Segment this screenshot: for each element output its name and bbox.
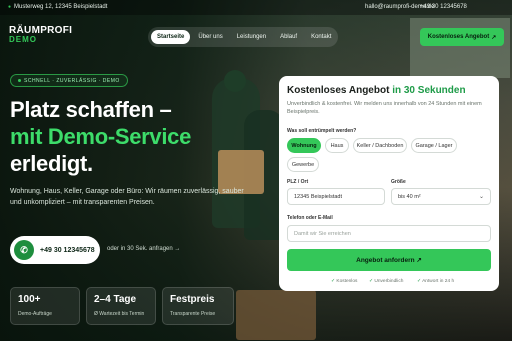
quote-form-card: Kostenloses Angebot in 30 Sekunden Unver… [279, 76, 499, 291]
stat-label: Transparente Preise [170, 311, 216, 317]
stat-label: Ø Wartezeit bis Termin [94, 311, 145, 317]
object-option-keller[interactable]: Keller / Dachboden [353, 138, 407, 153]
trust-label: Unverbindlich [374, 279, 404, 284]
hero-window [410, 18, 510, 78]
nav-item-leistungen[interactable]: Leistungen [231, 30, 272, 44]
submit-quote-button[interactable]: Angebot anfordern ↗ [287, 249, 491, 271]
form-title-prefix: Kostenloses Angebot [287, 85, 390, 96]
stat-card-waiting: 2–4 Tage Ø Wartezeit bis Termin [86, 287, 156, 325]
hero-badge: SCHNELL · ZUVERLÄSSIG · DEMO [10, 74, 128, 87]
form-title-highlight: in 30 Sekunden [392, 85, 466, 96]
hero-worker-head [224, 70, 246, 92]
hero-badge-text: SCHNELL · ZUVERLÄSSIG · DEMO [24, 77, 120, 84]
trust-item: ✓ Kostenlos [331, 279, 357, 284]
check-icon: ✓ [331, 279, 336, 284]
hero-headline: Platz schaffen – mit Demo-Service erledi… [10, 96, 191, 177]
phone-link[interactable]: +49 30 12345678 [420, 4, 467, 10]
stat-label: Demo-Aufträge [18, 311, 52, 317]
contact-placeholder: Damit wir Sie erreichen [294, 230, 351, 237]
hero-box [236, 290, 316, 340]
zip-field[interactable]: 12345 Beispielstadt [287, 188, 385, 205]
stat-value: 100+ [18, 294, 41, 305]
check-icon: ✓ [417, 279, 422, 284]
phone-icon: ✆ [14, 240, 34, 260]
address-info: ● Musterweg 12, 12345 Beispielstadt [8, 4, 107, 10]
form-title: Kostenloses Angebot in 30 Sekunden [287, 85, 491, 96]
phone-info[interactable]: +49 30 12345678 [420, 4, 467, 10]
object-option-garage[interactable]: Garage / Lager [411, 138, 457, 153]
stat-value: 2–4 Tage [94, 294, 137, 305]
headline-line-3: erledigt. [10, 151, 93, 176]
nav-item-startseite[interactable]: Startseite [151, 30, 191, 44]
form-subtitle: Unverbindlich & kostenfrei. Wir melden u… [287, 101, 482, 115]
stat-value: Festpreis [170, 294, 215, 305]
address-text: Musterweg 12, 12345 Beispielstadt [14, 4, 108, 10]
stat-card-price: Festpreis Transparente Preise [162, 287, 234, 325]
headline-line-1: Platz schaffen – [10, 97, 172, 122]
hero-lead-text: Wohnung, Haus, Keller, Garage oder Büro:… [10, 188, 244, 206]
quick-request-link[interactable]: oder in 30 Sek. anfragen → [107, 246, 180, 252]
chevron-down-icon: ⌄ [478, 194, 484, 200]
size-select[interactable]: bis 40 m² ⌄ [391, 188, 491, 205]
call-button-label: +49 30 12345678 [40, 246, 95, 254]
object-option-wohnung[interactable]: Wohnung [287, 138, 321, 153]
zip-value: 12345 Beispielstadt [294, 193, 343, 200]
nav-item-ablauf[interactable]: Ablauf [274, 30, 303, 44]
size-label: Größe [391, 179, 406, 185]
header-offer-button[interactable]: Kostenloses Angebot ↗ [420, 28, 504, 46]
logo[interactable]: RÄUMPROFI DEMO [9, 26, 72, 44]
arrow-icon: ↗ [491, 34, 497, 41]
zip-label: PLZ / Ort [287, 179, 309, 185]
trust-label: Kostenlos [336, 279, 358, 284]
size-value: bis 40 m² [398, 193, 421, 200]
logo-line-2: DEMO [9, 35, 37, 44]
object-option-gewerbe[interactable]: Gewerbe [287, 157, 319, 172]
badge-dot-icon [18, 79, 21, 82]
top-info-bar: ● Musterweg 12, 12345 Beispielstadt hall… [0, 0, 512, 15]
object-option-haus[interactable]: Haus [325, 138, 349, 153]
contact-label: Telefon oder E-Mail [287, 215, 333, 221]
call-button[interactable]: ✆ +49 30 12345678 [10, 236, 100, 264]
contact-field[interactable]: Damit wir Sie erreichen [287, 225, 491, 242]
trust-label: Antwort in 24 h [422, 279, 455, 284]
trust-item: ✓ Antwort in 24 h [417, 279, 454, 284]
location-pin-icon: ● [8, 4, 12, 10]
nav-item-ueber-uns[interactable]: Über uns [192, 30, 228, 44]
check-icon: ✓ [369, 279, 374, 284]
headline-line-2: mit Demo-Service [10, 124, 192, 149]
nav-item-kontakt[interactable]: Kontakt [305, 30, 337, 44]
trust-item: ✓ Unverbindlich [369, 279, 403, 284]
stat-card-orders: 100+ Demo-Aufträge [10, 287, 80, 325]
object-type-label: Was soll entrümpelt werden? [287, 128, 357, 134]
main-nav: Startseite Über uns Leistungen Ablauf Ko… [148, 27, 338, 47]
header-offer-label: Kostenloses Angebot [427, 34, 490, 40]
